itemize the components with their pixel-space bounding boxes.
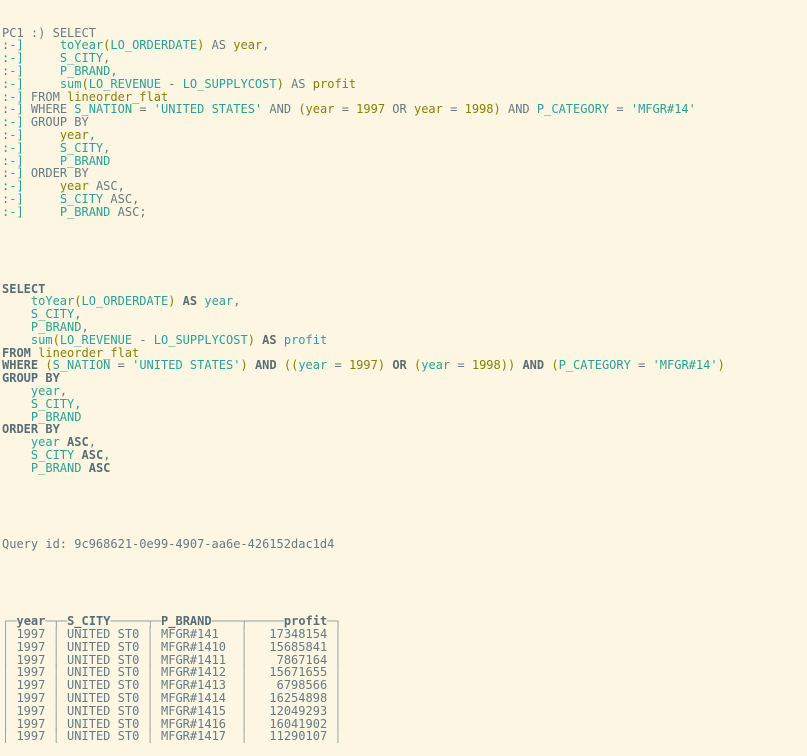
formatted-query-line: P_BRAND xyxy=(30,409,82,424)
typed-query-line: :-] S_CITY, xyxy=(2,140,111,155)
formatted-query-line: ORDER BY xyxy=(2,422,60,437)
formatted-query-line: year ASC, xyxy=(30,435,96,450)
result-table: ┌─year─┬─S_CITY─────┬─P_BRAND────┬─────p… xyxy=(2,615,807,743)
formatted-query-block: SELECT toYear(LO_ORDERDATE) AS year, S_C… xyxy=(2,282,807,475)
typed-query-block: PC1 :) SELECT:-] toYear(LO_ORDERDATE) AS… xyxy=(2,26,807,219)
formatted-query-line: toYear(LO_ORDERDATE) AS year, xyxy=(30,294,241,309)
formatted-query-line: year, xyxy=(30,383,68,398)
query-id-label: Query id: xyxy=(2,537,75,552)
formatted-query-line: WHERE (S_NATION = 'UNITED STATES') AND (… xyxy=(2,358,725,373)
typed-query-line: :-] WHERE S_NATION = 'UNITED STATES' AND… xyxy=(2,102,696,117)
formatted-query-line: S_CITY, xyxy=(30,396,82,411)
query-id-value: 9c968621-0e99-4907-aa6e-426152dac1d4 xyxy=(74,537,335,552)
terminal-window[interactable]: PC1 :) SELECT:-] toYear(LO_ORDERDATE) AS… xyxy=(0,0,807,743)
table-row: │ 1997 │ UNITED ST0 │ MFGR#1417 │ 112901… xyxy=(2,729,342,744)
formatted-query-line: S_CITY ASC, xyxy=(30,447,111,462)
typed-query-line: :-] P_BRAND xyxy=(2,153,111,168)
formatted-query-line: GROUP BY xyxy=(2,371,60,386)
query-id-line: Query id: 9c968621-0e99-4907-aa6e-426152… xyxy=(2,538,807,551)
typed-query-line: :-] GROUP BY xyxy=(2,115,89,130)
formatted-query-line: S_CITY, xyxy=(30,307,82,322)
typed-query-line: :-] P_BRAND ASC; xyxy=(2,204,147,219)
typed-query-line: :-] S_CITY, xyxy=(2,51,111,66)
typed-query-line: :-] toYear(LO_ORDERDATE) AS year, xyxy=(2,38,270,53)
typed-query-line: :-] year, xyxy=(2,127,96,142)
formatted-query-line: P_BRAND ASC xyxy=(30,460,111,475)
